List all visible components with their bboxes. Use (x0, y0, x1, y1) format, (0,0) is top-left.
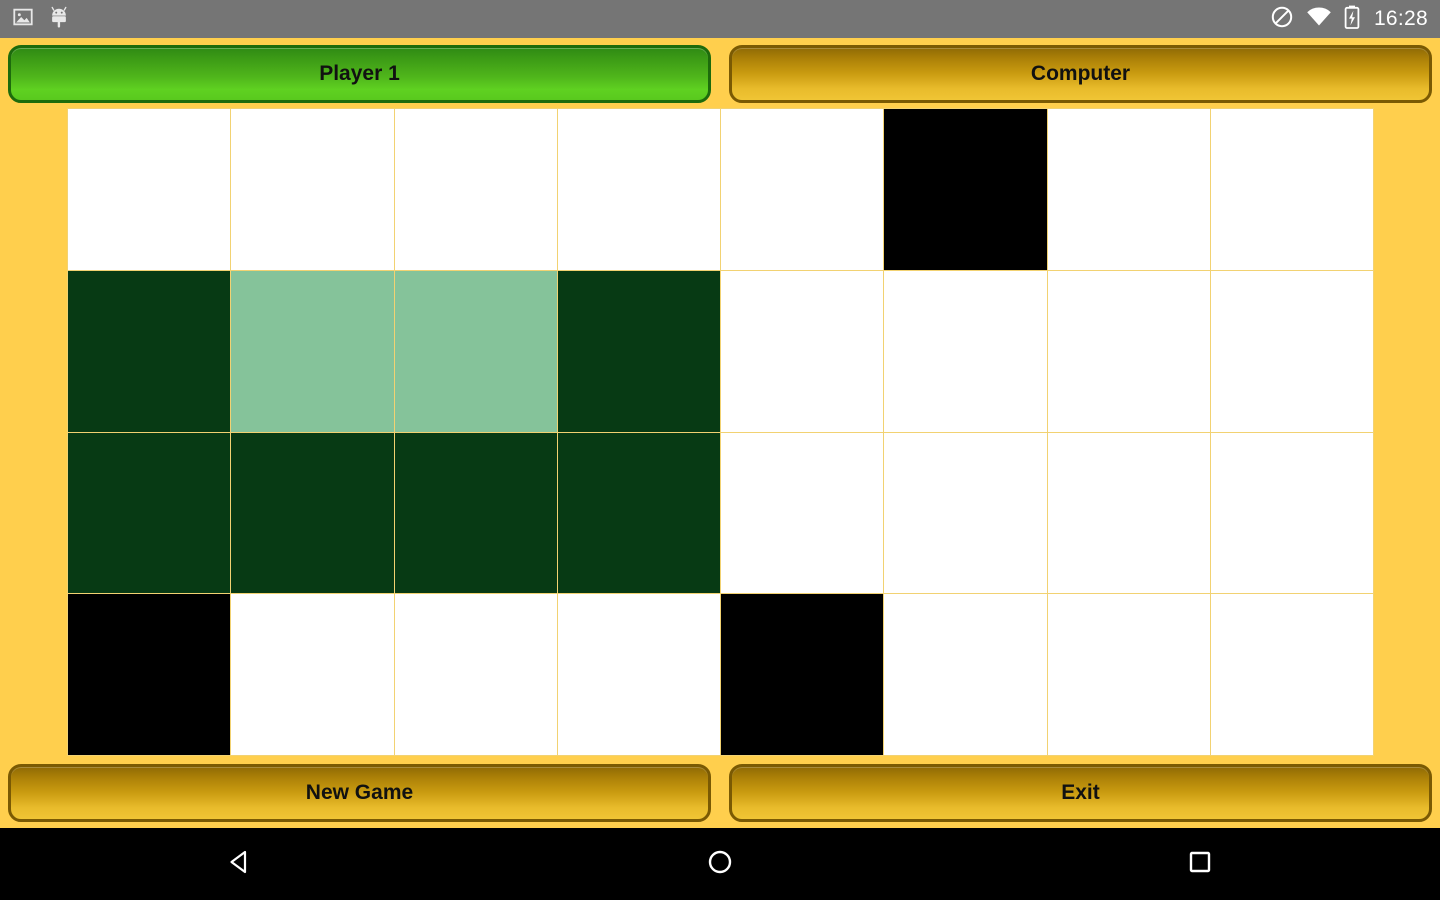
nav-back-button[interactable] (180, 828, 300, 900)
do-not-disturb-icon (1270, 5, 1294, 34)
board-cell-r4-c8[interactable] (1210, 594, 1373, 755)
board-cell-r3-c7[interactable] (1047, 432, 1210, 594)
computer-button[interactable]: Computer (729, 45, 1432, 103)
action-button-bar: New Game Exit (0, 758, 1440, 828)
board-cell-r4-c3[interactable] (394, 594, 557, 755)
board-cell-r2-c2[interactable] (231, 270, 394, 432)
board-cell-r1-c1[interactable] (68, 109, 231, 270)
android-status-bar: 16:28 (0, 0, 1440, 38)
board-cell-r4-c2[interactable] (231, 594, 394, 755)
board-cell-r1-c6[interactable] (884, 109, 1047, 270)
wifi-icon (1306, 6, 1332, 33)
board-cell-r2-c5[interactable] (721, 270, 884, 432)
board-cell-r4-c1[interactable] (68, 594, 231, 755)
exit-button[interactable]: Exit (729, 764, 1432, 822)
board-cell-r2-c1[interactable] (68, 270, 231, 432)
game-board-grid[interactable] (67, 108, 1374, 756)
image-icon (12, 6, 34, 33)
board-cell-r2-c6[interactable] (884, 270, 1047, 432)
battery-charging-icon (1344, 5, 1360, 34)
board-cell-r3-c3[interactable] (394, 432, 557, 594)
board-cell-r1-c4[interactable] (557, 109, 720, 270)
status-bar-right-icons: 16:28 (1270, 5, 1428, 34)
recents-square-icon (1185, 847, 1215, 882)
nav-home-button[interactable] (660, 828, 780, 900)
board-cell-r3-c6[interactable] (884, 432, 1047, 594)
board-cell-r2-c8[interactable] (1210, 270, 1373, 432)
board-cell-r2-c3[interactable] (394, 270, 557, 432)
player-1-button[interactable]: Player 1 (8, 45, 711, 103)
board-cell-r1-c3[interactable] (394, 109, 557, 270)
board-cell-r1-c8[interactable] (1210, 109, 1373, 270)
board-cell-r2-c4[interactable] (557, 270, 720, 432)
status-bar-left-icons (12, 5, 70, 34)
player-turn-bar: Player 1 Computer (0, 38, 1440, 110)
back-triangle-icon (225, 847, 255, 882)
board-cell-r3-c8[interactable] (1210, 432, 1373, 594)
board-cell-r3-c1[interactable] (68, 432, 231, 594)
board-cell-r3-c4[interactable] (557, 432, 720, 594)
game-board-container (67, 108, 1374, 756)
board-cell-r1-c7[interactable] (1047, 109, 1210, 270)
android-navigation-bar (0, 828, 1440, 900)
status-bar-clock: 16:28 (1373, 7, 1428, 30)
board-cell-r4-c7[interactable] (1047, 594, 1210, 755)
board-cell-r4-c6[interactable] (884, 594, 1047, 755)
board-cell-r2-c7[interactable] (1047, 270, 1210, 432)
new-game-button[interactable]: New Game (8, 764, 711, 822)
board-cell-r4-c5[interactable] (721, 594, 884, 755)
nav-recents-button[interactable] (1140, 828, 1260, 900)
board-cell-r1-c5[interactable] (721, 109, 884, 270)
board-cell-r3-c5[interactable] (721, 432, 884, 594)
board-cell-r1-c2[interactable] (231, 109, 394, 270)
board-cell-r4-c4[interactable] (557, 594, 720, 755)
board-cell-r3-c2[interactable] (231, 432, 394, 594)
home-circle-icon (705, 847, 735, 882)
app-screen: 16:28 Player 1 Computer New Game Exit (0, 0, 1440, 900)
android-robot-icon (48, 5, 70, 34)
